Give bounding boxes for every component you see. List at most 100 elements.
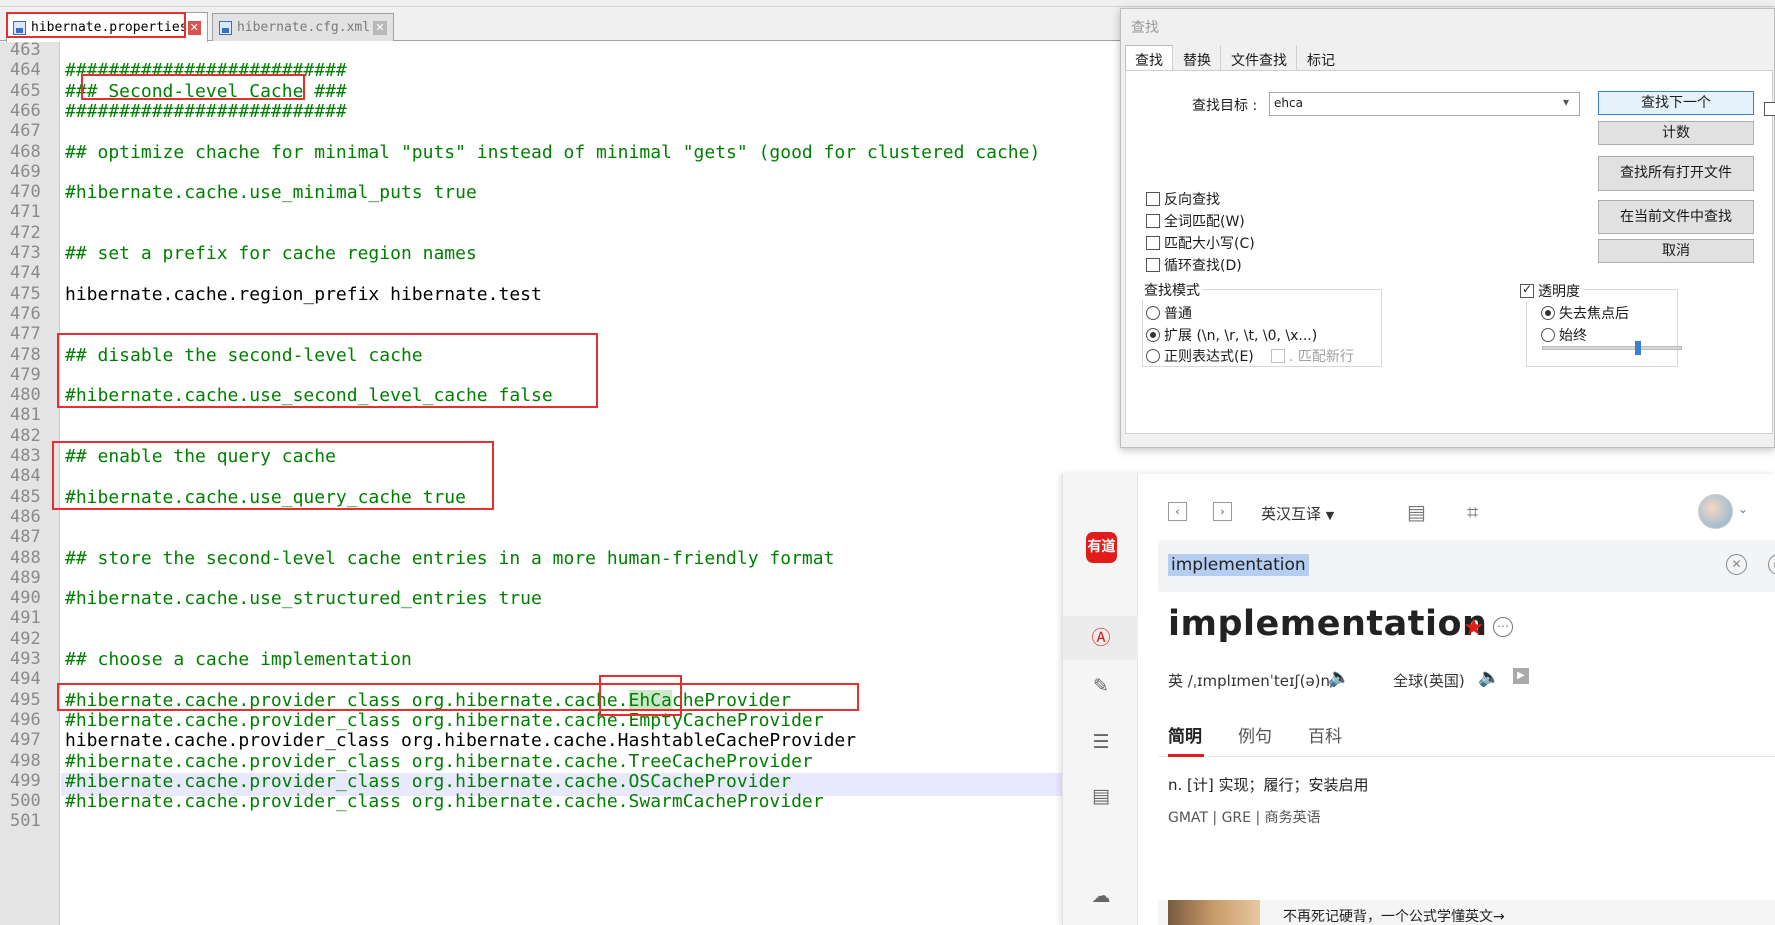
option-backward[interactable]: 反向查找 bbox=[1146, 189, 1220, 209]
option-label: 循环查找(D) bbox=[1164, 258, 1242, 274]
youdao-logo: 有道 bbox=[1086, 532, 1117, 563]
code-editor[interactable]: 463 464 465 466 467 468 469 470 471 472 473 474 475 4… bbox=[0, 42, 1120, 925]
option-label: 全词匹配(W) bbox=[1164, 214, 1245, 230]
line-number: 501 bbox=[10, 811, 41, 832]
promo-banner[interactable]: 不再死记硬背，一个公式学懂英文→ bbox=[1158, 900, 1775, 925]
chevron-down-icon[interactable]: ▾ bbox=[1563, 95, 1569, 109]
option-label: 匹配大小写(C) bbox=[1164, 236, 1255, 252]
side-checkbox[interactable] bbox=[1764, 102, 1775, 116]
history-icon[interactable]: ◷ bbox=[1768, 554, 1775, 575]
find-target-input[interactable]: ehca bbox=[1269, 92, 1580, 116]
avatar[interactable] bbox=[1698, 494, 1733, 529]
code-line: #hibernate.cache.use_second_level_cache … bbox=[65, 385, 553, 407]
option-match-case[interactable]: 匹配大小写(C) bbox=[1146, 233, 1255, 253]
code-line: #hibernate.cache.provider_class org.hibe… bbox=[65, 791, 824, 813]
radio-icon bbox=[1146, 328, 1160, 342]
tab-divider bbox=[1158, 756, 1775, 757]
dialog-title: 查找 bbox=[1131, 20, 1159, 36]
headword: implementation bbox=[1168, 604, 1488, 644]
close-icon[interactable]: ✕ bbox=[373, 20, 387, 35]
code-line: ########################## bbox=[65, 100, 347, 122]
mode-label: 始终 bbox=[1559, 328, 1587, 344]
clear-icon[interactable]: ✕ bbox=[1726, 554, 1747, 575]
wordbook-icon[interactable]: ☰ bbox=[1089, 730, 1113, 754]
option-wrap-around[interactable]: 循环查找(D) bbox=[1146, 255, 1242, 275]
code-line: ## store the second-level cache entries … bbox=[65, 547, 835, 569]
document-icon[interactable]: ▤ bbox=[1089, 784, 1113, 808]
mode-label: 失去焦点后 bbox=[1559, 306, 1629, 322]
caret-down-icon: ▼ bbox=[1325, 509, 1335, 522]
dictionary-sidebar: 有道 Ⓐ ✎ ☰ ▤ ☁ bbox=[1063, 474, 1138, 925]
checkbox-icon bbox=[1146, 236, 1160, 250]
radio-icon bbox=[1146, 306, 1160, 320]
checkbox-icon bbox=[1146, 192, 1160, 206]
radio-icon bbox=[1146, 349, 1160, 363]
phonetic-global: 全球(英国) bbox=[1393, 672, 1465, 690]
count-button[interactable]: 计数 bbox=[1598, 121, 1754, 145]
checkbox-icon bbox=[1271, 349, 1285, 363]
phonetic-uk: 英 /ˌɪmplɪmenˈteɪʃ(ə)n/ bbox=[1168, 672, 1336, 690]
save-file-icon bbox=[13, 20, 26, 35]
document-icon[interactable]: ▤ bbox=[1407, 500, 1426, 524]
speaker-icon[interactable]: 🔈 bbox=[1478, 667, 1500, 688]
tab-hibernate-cfg-xml[interactable]: hibernate.cfg.xml ✕ bbox=[212, 13, 394, 41]
match-newline-option[interactable]: . 匹配新行 bbox=[1271, 346, 1354, 366]
definition: n. [计] 实现；履行；安装启用 bbox=[1168, 776, 1369, 794]
slider-thumb[interactable] bbox=[1635, 341, 1641, 355]
transparency-on-blur[interactable]: 失去焦点后 bbox=[1541, 303, 1629, 323]
speaker-icon[interactable]: 🔈 bbox=[1328, 667, 1350, 688]
code-line: #hibernate.cache.use_structured_entries … bbox=[65, 588, 542, 610]
tab-mark[interactable]: 标记 bbox=[1297, 45, 1345, 71]
transparency-always[interactable]: 始终 bbox=[1541, 325, 1587, 345]
dictionary-icon[interactable]: Ⓐ bbox=[1089, 626, 1113, 650]
dict-search-bar[interactable]: implementation ✕ ◷ bbox=[1158, 540, 1775, 592]
play-icon[interactable]: ▶ bbox=[1513, 668, 1529, 684]
camera-icon[interactable]: ⌗ bbox=[1467, 500, 1478, 524]
tab-concise[interactable]: 简明 bbox=[1168, 722, 1202, 747]
find-dialog: 查找 查找 替换 文件查找 标记 查找目标 : ehca ▾ 查找下一个 计数 … bbox=[1120, 8, 1775, 448]
tab-find[interactable]: 查找 bbox=[1125, 45, 1173, 71]
chevron-down-icon[interactable]: ⌄ bbox=[1738, 502, 1748, 516]
tab-label: hibernate.properties bbox=[31, 20, 188, 35]
star-icon[interactable]: ★ bbox=[1463, 613, 1485, 641]
search-mode-label: 查找模式 bbox=[1142, 280, 1202, 300]
transparency-toggle[interactable]: 透明度 bbox=[1520, 281, 1584, 301]
promo-image bbox=[1168, 900, 1260, 925]
transparency-label: 透明度 bbox=[1538, 284, 1580, 300]
dict-search-input[interactable]: implementation bbox=[1168, 554, 1309, 576]
chevron-left-icon[interactable]: ‹ bbox=[1168, 502, 1187, 521]
translate-icon[interactable]: ✎ bbox=[1089, 674, 1113, 698]
checkbox-icon bbox=[1146, 258, 1160, 272]
mode-regex[interactable]: 正则表达式(E) bbox=[1146, 346, 1254, 366]
code-line: ## disable the second-level cache bbox=[65, 344, 423, 366]
code-line: ## choose a cache implementation bbox=[65, 649, 412, 670]
mode-label: 英汉互译 bbox=[1261, 505, 1322, 523]
translation-mode-select[interactable]: 英汉互译 ▼ bbox=[1261, 503, 1334, 524]
find-next-button[interactable]: 查找下一个 bbox=[1598, 91, 1754, 115]
checkbox-icon bbox=[1520, 282, 1534, 298]
more-icon[interactable]: ⋯ bbox=[1493, 617, 1513, 637]
cancel-button[interactable]: 取消 bbox=[1598, 239, 1754, 263]
find-in-current-file-button[interactable]: 在当前文件中查找 bbox=[1598, 200, 1754, 234]
transparency-slider[interactable] bbox=[1542, 341, 1682, 355]
option-label: . 匹配新行 bbox=[1289, 349, 1354, 365]
mode-extended[interactable]: 扩展 (\n, \r, \t, \0, \x...) bbox=[1146, 325, 1317, 345]
cloud-icon[interactable]: ☁ bbox=[1089, 884, 1113, 908]
save-file-icon bbox=[219, 20, 232, 35]
checkbox-icon bbox=[1146, 214, 1160, 228]
tab-replace[interactable]: 替换 bbox=[1173, 45, 1221, 71]
find-all-open-files-button[interactable]: 查找所有打开文件 bbox=[1598, 156, 1754, 191]
code-line: #hibernate.cache.use_query_cache true bbox=[65, 486, 466, 508]
tab-examples[interactable]: 例句 bbox=[1238, 722, 1272, 747]
close-icon[interactable]: ✕ bbox=[187, 20, 201, 35]
tab-hibernate-properties[interactable]: hibernate.properties ✕ bbox=[6, 12, 208, 42]
option-whole-word[interactable]: 全词匹配(W) bbox=[1146, 211, 1245, 231]
code-line: ## enable the query cache bbox=[65, 446, 336, 467]
mode-normal[interactable]: 普通 bbox=[1146, 303, 1192, 323]
code-line: #hibernate.cache.use_minimal_puts true bbox=[65, 182, 477, 204]
tab-encyclopedia[interactable]: 百科 bbox=[1308, 722, 1342, 747]
tab-find-in-files[interactable]: 文件查找 bbox=[1221, 45, 1297, 71]
option-label: 反向查找 bbox=[1164, 192, 1220, 208]
radio-icon bbox=[1541, 306, 1555, 320]
chevron-right-icon[interactable]: › bbox=[1213, 502, 1232, 521]
